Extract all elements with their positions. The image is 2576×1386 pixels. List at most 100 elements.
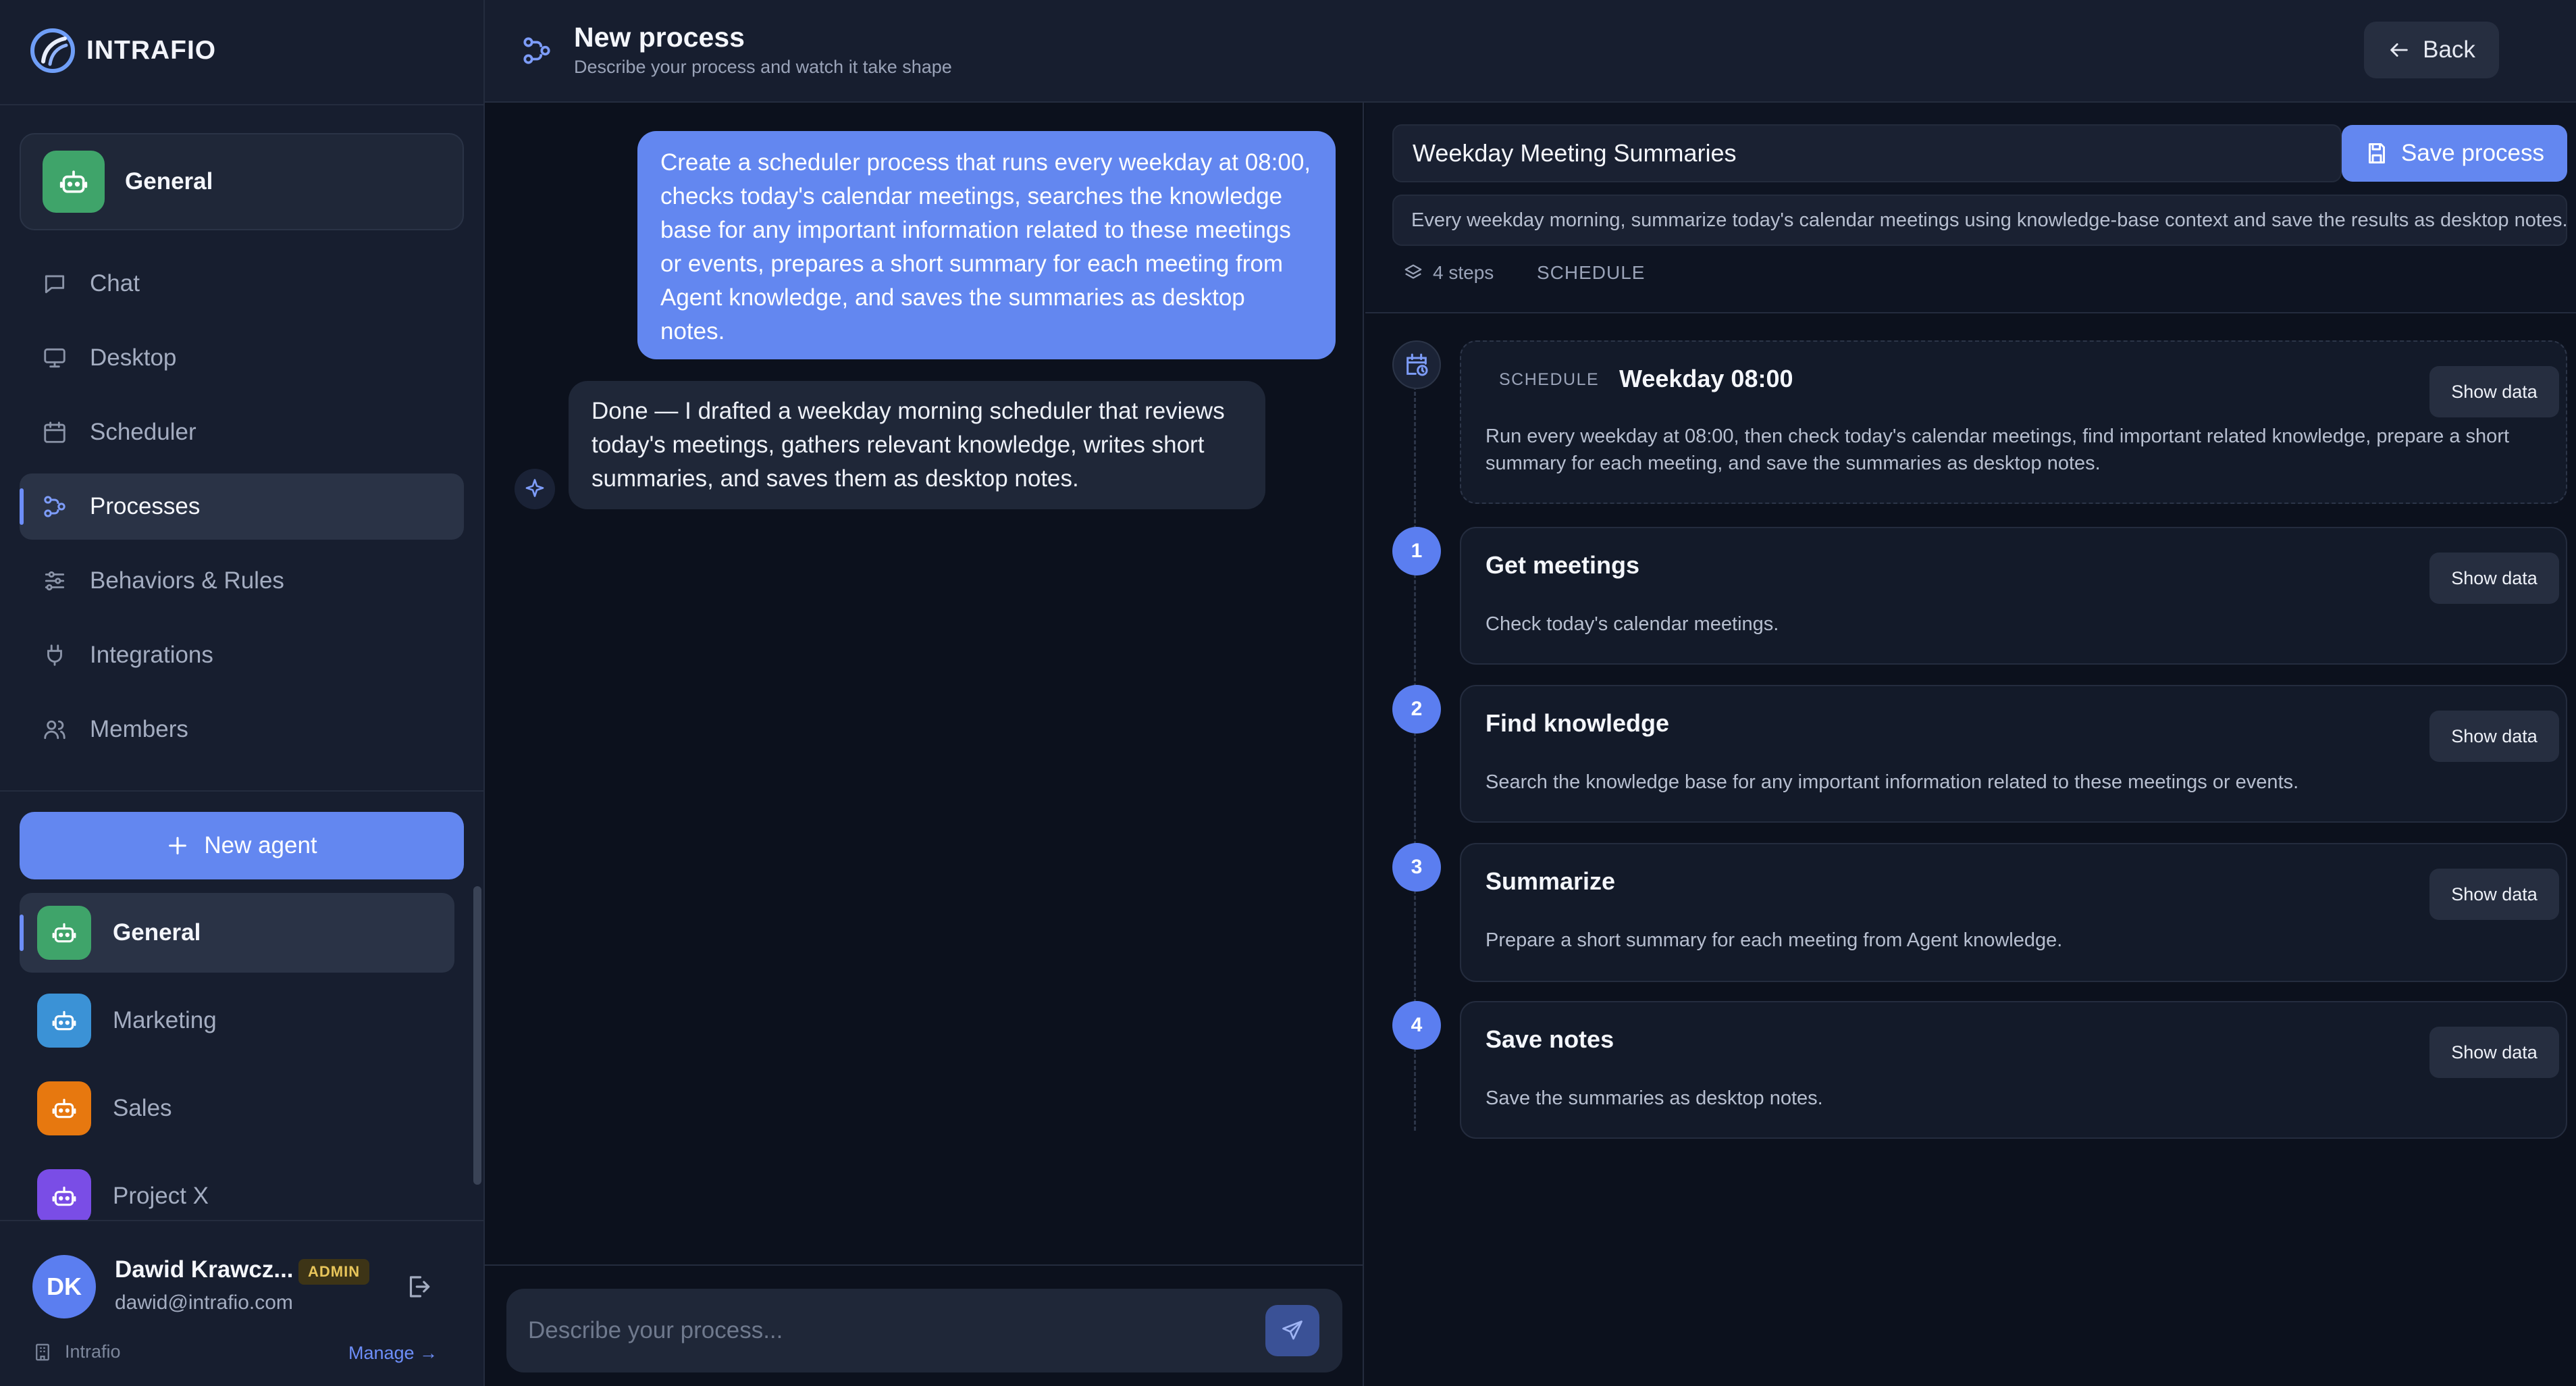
step-text: Check today's calendar meetings. [1486, 613, 1779, 635]
user-email: dawid@intrafio.com [115, 1291, 293, 1314]
chat-icon [40, 269, 70, 299]
org-label: Intrafio [32, 1341, 121, 1362]
agent-item-label: General [113, 919, 201, 946]
nav-item-label: Behaviors & Rules [90, 567, 284, 594]
show-data-button[interactable]: Show data [2429, 1027, 2559, 1078]
chat-panel: Create a scheduler process that runs eve… [485, 103, 1364, 1386]
page-subtitle: Describe your process and watch it take … [574, 57, 952, 77]
current-agent-name: General [125, 168, 213, 195]
logout-icon[interactable] [404, 1273, 432, 1301]
brand-logo[interactable]: INTRAFIO [30, 26, 216, 76]
send-icon [1280, 1318, 1305, 1343]
nav-item-integrations[interactable]: Integrations [20, 622, 464, 688]
show-data-button[interactable]: Show data [2429, 711, 2559, 762]
nav-item-label: Members [90, 716, 188, 742]
step-card: Get meetings Check today's calendar meet… [1460, 527, 2567, 665]
save-label: Save process [2400, 140, 2545, 166]
robot-icon [37, 906, 91, 960]
step-number: 2 [1392, 685, 1441, 734]
user-message: Create a scheduler process that runs eve… [637, 131, 1336, 359]
steps-count-label: 4 steps [1433, 262, 1494, 283]
page-title: New process [574, 22, 745, 53]
sparkle-icon [515, 469, 555, 509]
plug-icon [40, 640, 70, 670]
sidebar: INTRAFIO General Chat Desktop Scheduler … [0, 0, 485, 1386]
process-name-input[interactable] [1392, 124, 2342, 182]
agent-item-sales[interactable]: Sales [20, 1069, 454, 1148]
step-title: Summarize [1486, 867, 1616, 895]
sliders-icon [40, 566, 70, 596]
step-title: Get meetings [1486, 551, 1640, 579]
current-agent-card[interactable]: General [20, 133, 464, 230]
robot-icon [37, 1081, 91, 1135]
avatar[interactable]: DK [32, 1255, 96, 1318]
org-name: Intrafio [65, 1341, 121, 1362]
steps-count: 4 steps [1403, 262, 1494, 284]
back-label: Back [2423, 36, 2475, 63]
divider [0, 790, 483, 792]
manage-link[interactable]: Manage → [348, 1343, 438, 1364]
nav-item-members[interactable]: Members [20, 696, 464, 763]
processes-icon [40, 492, 70, 521]
assistant-message: Done — I drafted a weekday morning sched… [569, 381, 1265, 509]
processes-icon [520, 34, 554, 68]
layers-icon [1403, 263, 1423, 283]
show-data-button[interactable]: Show data [2429, 553, 2559, 604]
step-card: Save notes Save the summaries as desktop… [1460, 1001, 2567, 1139]
app-root: INTRAFIO General Chat Desktop Scheduler … [0, 0, 2576, 1386]
save-process-button[interactable]: Save process [2342, 125, 2567, 182]
back-button[interactable]: Back [2364, 22, 2499, 78]
step-text: Search the knowledge base for any import… [1486, 771, 2299, 793]
schedule-title: Weekday 08:00 [1619, 365, 1793, 392]
nav-item-behaviors-rules[interactable]: Behaviors & Rules [20, 548, 464, 614]
user-name: Dawid Krawcz... [115, 1256, 294, 1283]
agent-item-label: Marketing [113, 1007, 217, 1033]
step-number: 1 [1392, 527, 1441, 575]
nav-item-chat[interactable]: Chat [20, 251, 464, 317]
send-button[interactable] [1265, 1305, 1319, 1356]
new-agent-label: New agent [204, 832, 317, 858]
step-number: 4 [1392, 1001, 1441, 1050]
building-icon [32, 1342, 53, 1362]
arrow-left-icon [2388, 38, 2411, 61]
schedule-text: Run every weekday at 08:00, then check t… [1486, 426, 2510, 474]
show-data-button[interactable]: Show data [2429, 366, 2559, 417]
chat-input[interactable] [506, 1289, 1249, 1372]
step-text: Prepare a short summary for each meeting… [1486, 929, 2063, 951]
chat-input-box [506, 1289, 1342, 1372]
role-badge: ADMIN [298, 1259, 370, 1285]
step-card: Find knowledge Search the knowledge base… [1460, 685, 2567, 823]
process-editor: Save process Every weekday morning, summ… [1365, 103, 2576, 1386]
agent-item-general[interactable]: General [20, 893, 454, 973]
nav-item-label: Scheduler [90, 419, 196, 445]
calendar-clock-icon [1392, 340, 1441, 389]
process-summary: Save process Every weekday morning, summ… [1365, 103, 2576, 313]
step-number: 3 [1392, 843, 1441, 892]
nav-item-scheduler[interactable]: Scheduler [20, 399, 464, 465]
agent-item-marketing[interactable]: Marketing [20, 981, 454, 1060]
agent-item-label: Sales [113, 1095, 172, 1121]
nav-item-label: Desktop [90, 344, 177, 371]
sidebar-scrollbar[interactable] [473, 886, 481, 1185]
brand-name: INTRAFIO [86, 36, 217, 65]
robot-icon [37, 994, 91, 1048]
user-profile: DK Dawid Krawcz... ADMIN dawid@intrafio.… [0, 1220, 483, 1386]
show-data-button[interactable]: Show data [2429, 869, 2559, 920]
divider [0, 104, 483, 105]
nav-item-desktop[interactable]: Desktop [20, 325, 464, 391]
step-card: Summarize Prepare a short summary for ea… [1460, 843, 2567, 982]
nav-item-processes[interactable]: Processes [20, 473, 464, 540]
schedule-tag: SCHEDULE [1499, 370, 1600, 389]
new-agent-button[interactable]: New agent [20, 812, 464, 879]
intrafio-logo-icon [30, 28, 76, 74]
process-type: SCHEDULE [1537, 262, 1646, 283]
robot-icon [37, 1169, 91, 1223]
nav-item-label: Processes [90, 493, 201, 519]
robot-icon [43, 151, 105, 213]
step-text: Save the summaries as desktop notes. [1486, 1087, 1823, 1109]
save-icon [2365, 141, 2389, 165]
process-description[interactable]: Every weekday morning, summarize today's… [1392, 195, 2567, 246]
agent-item-label: Project X [113, 1183, 209, 1209]
plus-icon [166, 834, 189, 857]
calendar-icon [40, 417, 70, 447]
